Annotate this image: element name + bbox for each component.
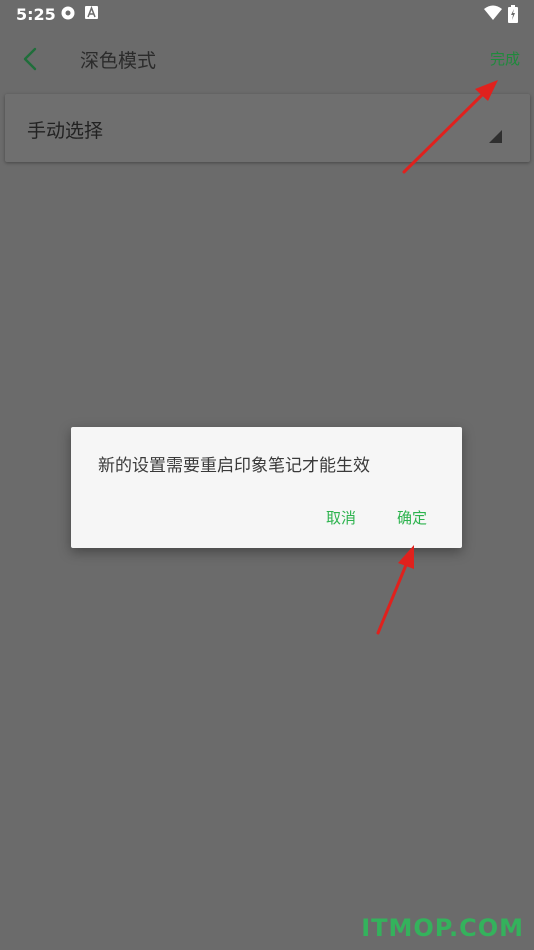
done-button[interactable]: 完成 [490, 48, 520, 69]
arrow-to-confirm [376, 545, 414, 635]
dialog-message: 新的设置需要重启印象笔记才能生效 [98, 456, 370, 476]
dark-mode-select[interactable]: 手动选择 [5, 94, 530, 162]
settings-gear-icon [60, 5, 76, 25]
battery-charging-icon [508, 5, 518, 27]
restart-dialog: 新的设置需要重启印象笔记才能生效 取消 确定 [71, 427, 462, 548]
page-title: 深色模式 [80, 50, 157, 72]
dropdown-triangle-icon [489, 128, 502, 147]
confirm-button[interactable]: 确定 [397, 507, 427, 528]
text-a-icon [85, 5, 98, 25]
status-time: 5:25 [16, 5, 56, 24]
status-bar: 5:25 [0, 0, 534, 28]
cancel-button[interactable]: 取消 [326, 507, 356, 528]
watermark: ITMOP.COM [361, 914, 524, 942]
wifi-icon [484, 5, 502, 25]
chevron-left-icon [14, 47, 48, 80]
top-app-bar: 深色模式 完成 [0, 28, 534, 88]
mode-select-value: 手动选择 [27, 120, 104, 142]
back-button[interactable] [14, 42, 48, 76]
